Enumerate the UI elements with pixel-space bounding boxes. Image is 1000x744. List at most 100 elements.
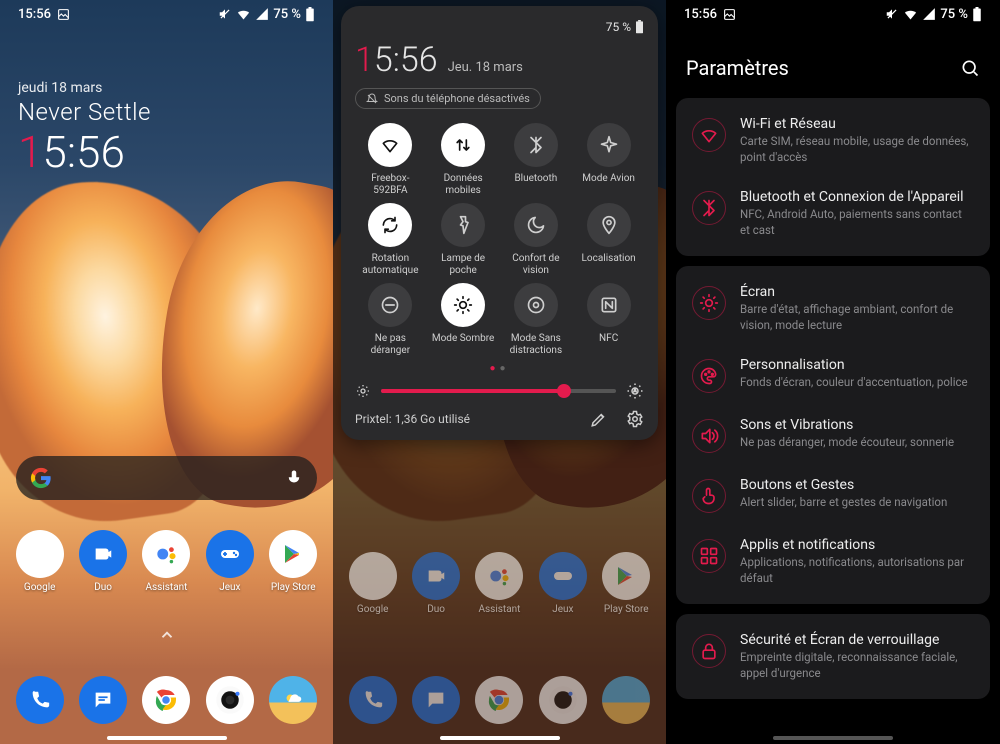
qs-tile-wifi[interactable]: Freebox-592BFA bbox=[355, 123, 426, 197]
settings-row[interactable]: Wi-Fi et Réseau Carte SIM, réseau mobile,… bbox=[676, 104, 990, 177]
gesture-icon bbox=[692, 479, 726, 513]
settings-row-title: Wi-Fi et Réseau bbox=[740, 116, 974, 132]
search-icon[interactable] bbox=[960, 58, 980, 78]
qs-tile-data[interactable]: Données mobiles bbox=[428, 123, 499, 197]
qs-tiles: Freebox-592BFADonnées mobilesBluetoothMo… bbox=[355, 123, 644, 357]
settings-row[interactable]: Bluetooth et Connexion de l'Appareil NFC,… bbox=[676, 177, 990, 250]
qs-tile-location[interactable]: Localisation bbox=[573, 203, 644, 277]
nav-bar[interactable] bbox=[773, 736, 893, 740]
mic-icon[interactable] bbox=[285, 469, 303, 487]
gear-icon[interactable] bbox=[626, 410, 644, 428]
qs-tile-dark[interactable]: Mode Sombre bbox=[428, 283, 499, 357]
app-games[interactable]: Jeux bbox=[200, 530, 260, 593]
app-messages[interactable] bbox=[73, 676, 133, 724]
data-icon bbox=[441, 123, 485, 167]
app-assistant[interactable]: Assistant bbox=[136, 530, 196, 593]
settings-row[interactable]: Boutons et Gestes Alert slider, barre et … bbox=[676, 465, 990, 525]
qs-clock[interactable]: 15:56 Jeu. 18 mars bbox=[355, 40, 644, 80]
settings-row-subtitle: Ne pas déranger, mode écouteur, sonnerie bbox=[740, 435, 954, 451]
app-chrome[interactable] bbox=[136, 676, 196, 724]
wifi-icon bbox=[368, 123, 412, 167]
qs-tile-rotate[interactable]: Rotation automatique bbox=[355, 203, 426, 277]
bluetooth-icon bbox=[692, 191, 726, 225]
quick-settings-panel: 75 % 15:56 Jeu. 18 mars Sons du téléphon… bbox=[341, 6, 658, 440]
settings-row-title: Boutons et Gestes bbox=[740, 477, 947, 493]
qs-status: 75 % bbox=[355, 20, 644, 34]
battery-icon bbox=[635, 20, 644, 34]
data-usage[interactable]: Prixtel: 1,36 Go utilisé bbox=[355, 412, 470, 426]
bluetooth-icon bbox=[514, 123, 558, 167]
wifi-icon bbox=[692, 118, 726, 152]
chevron-up-icon[interactable] bbox=[158, 626, 176, 644]
wifi-icon bbox=[236, 7, 251, 22]
zen-icon bbox=[514, 283, 558, 327]
auto-brightness-icon[interactable] bbox=[626, 382, 644, 400]
qs-tile-nfc[interactable]: NFC bbox=[573, 283, 644, 357]
location-icon bbox=[587, 203, 631, 247]
status-time: 15:56 bbox=[18, 7, 51, 22]
home-date: jeudi 18 mars bbox=[18, 80, 151, 96]
app-weather[interactable] bbox=[263, 676, 323, 724]
palette-icon bbox=[692, 359, 726, 393]
battery-icon bbox=[972, 7, 982, 22]
nav-bar[interactable] bbox=[107, 736, 227, 740]
settings-row-subtitle: Alert slider, barre et gestes de navigat… bbox=[740, 495, 947, 511]
sound-icon bbox=[692, 419, 726, 453]
app-camera[interactable] bbox=[200, 676, 260, 724]
settings-row-subtitle: NFC, Android Auto, paiements sans contac… bbox=[740, 207, 974, 238]
app-play-store[interactable]: Play Store bbox=[263, 530, 323, 593]
airplane-icon bbox=[587, 123, 631, 167]
brightness-low-icon bbox=[355, 383, 371, 399]
edit-icon[interactable] bbox=[590, 410, 608, 428]
google-icon bbox=[30, 467, 52, 489]
app-phone[interactable] bbox=[10, 676, 70, 724]
settings-row-subtitle: Empreinte digitale, reconnaissance facia… bbox=[740, 650, 974, 681]
settings-group: Écran Barre d'état, affichage ambiant, co… bbox=[676, 266, 990, 604]
settings-row-title: Écran bbox=[740, 284, 974, 300]
settings-row[interactable]: Sécurité et Écran de verrouillage Emprein… bbox=[676, 620, 990, 693]
settings-row-title: Personnalisation bbox=[740, 357, 968, 373]
qs-tile-dnd[interactable]: Ne pas déranger bbox=[355, 283, 426, 357]
mute-icon bbox=[885, 7, 899, 21]
settings-row[interactable]: Personnalisation Fonds d'écran, couleur d… bbox=[676, 345, 990, 405]
qs-tile-zen[interactable]: Mode Sans distractions bbox=[501, 283, 572, 357]
status-bar: 15:56 75 % bbox=[666, 0, 1000, 28]
search-bar[interactable] bbox=[16, 456, 317, 500]
settings-header: Paramètres bbox=[686, 56, 980, 80]
moon-icon bbox=[514, 203, 558, 247]
settings-row-title: Bluetooth et Connexion de l'Appareil bbox=[740, 189, 974, 205]
dock bbox=[0, 676, 333, 724]
settings-group: Wi-Fi et Réseau Carte SIM, réseau mobile,… bbox=[676, 98, 990, 256]
settings-row[interactable]: Sons et Vibrations Ne pas déranger, mode … bbox=[676, 405, 990, 465]
qs-tile-moon[interactable]: Confort de vision bbox=[501, 203, 572, 277]
qs-tile-bluetooth[interactable]: Bluetooth bbox=[501, 123, 572, 197]
signal-icon bbox=[255, 7, 269, 21]
settings-row-title: Sécurité et Écran de verrouillage bbox=[740, 632, 974, 648]
home-clock-widget[interactable]: jeudi 18 mars Never Settle 15:56 bbox=[18, 80, 151, 174]
settings-list: Wi-Fi et Réseau Carte SIM, réseau mobile,… bbox=[676, 98, 990, 744]
settings-row-subtitle: Fonds d'écran, couleur d'accentuation, p… bbox=[740, 375, 968, 391]
nav-bar[interactable] bbox=[440, 736, 560, 740]
battery-icon bbox=[305, 7, 315, 22]
settings-row[interactable]: Écran Barre d'état, affichage ambiant, co… bbox=[676, 272, 990, 345]
settings-row-subtitle: Carte SIM, réseau mobile, usage de donné… bbox=[740, 134, 974, 165]
home-time: 15:56 bbox=[18, 130, 151, 174]
settings-row-title: Sons et Vibrations bbox=[740, 417, 954, 433]
app-row: Google Duo Assistant Jeux Play Store bbox=[0, 530, 333, 593]
silent-pill[interactable]: Sons du téléphone désactivés bbox=[355, 88, 541, 109]
mute-icon bbox=[218, 7, 232, 21]
brightness-slider[interactable] bbox=[381, 389, 616, 393]
image-icon bbox=[723, 8, 736, 21]
status-bar: 15:56 75 % bbox=[0, 0, 333, 28]
settings-group: Sécurité et Écran de verrouillage Emprein… bbox=[676, 614, 990, 699]
rotate-icon bbox=[368, 203, 412, 247]
settings-row-subtitle: Barre d'état, affichage ambiant, confort… bbox=[740, 302, 974, 333]
qs-tile-airplane[interactable]: Mode Avion bbox=[573, 123, 644, 197]
qs-tile-flash[interactable]: Lampe de poche bbox=[428, 203, 499, 277]
app-google-folder[interactable]: Google bbox=[10, 530, 70, 593]
app-duo[interactable]: Duo bbox=[73, 530, 133, 593]
apps-icon bbox=[692, 539, 726, 573]
dnd-icon bbox=[368, 283, 412, 327]
lock-icon bbox=[692, 634, 726, 668]
settings-row[interactable]: Applis et notificationsApplications, not… bbox=[676, 525, 990, 598]
